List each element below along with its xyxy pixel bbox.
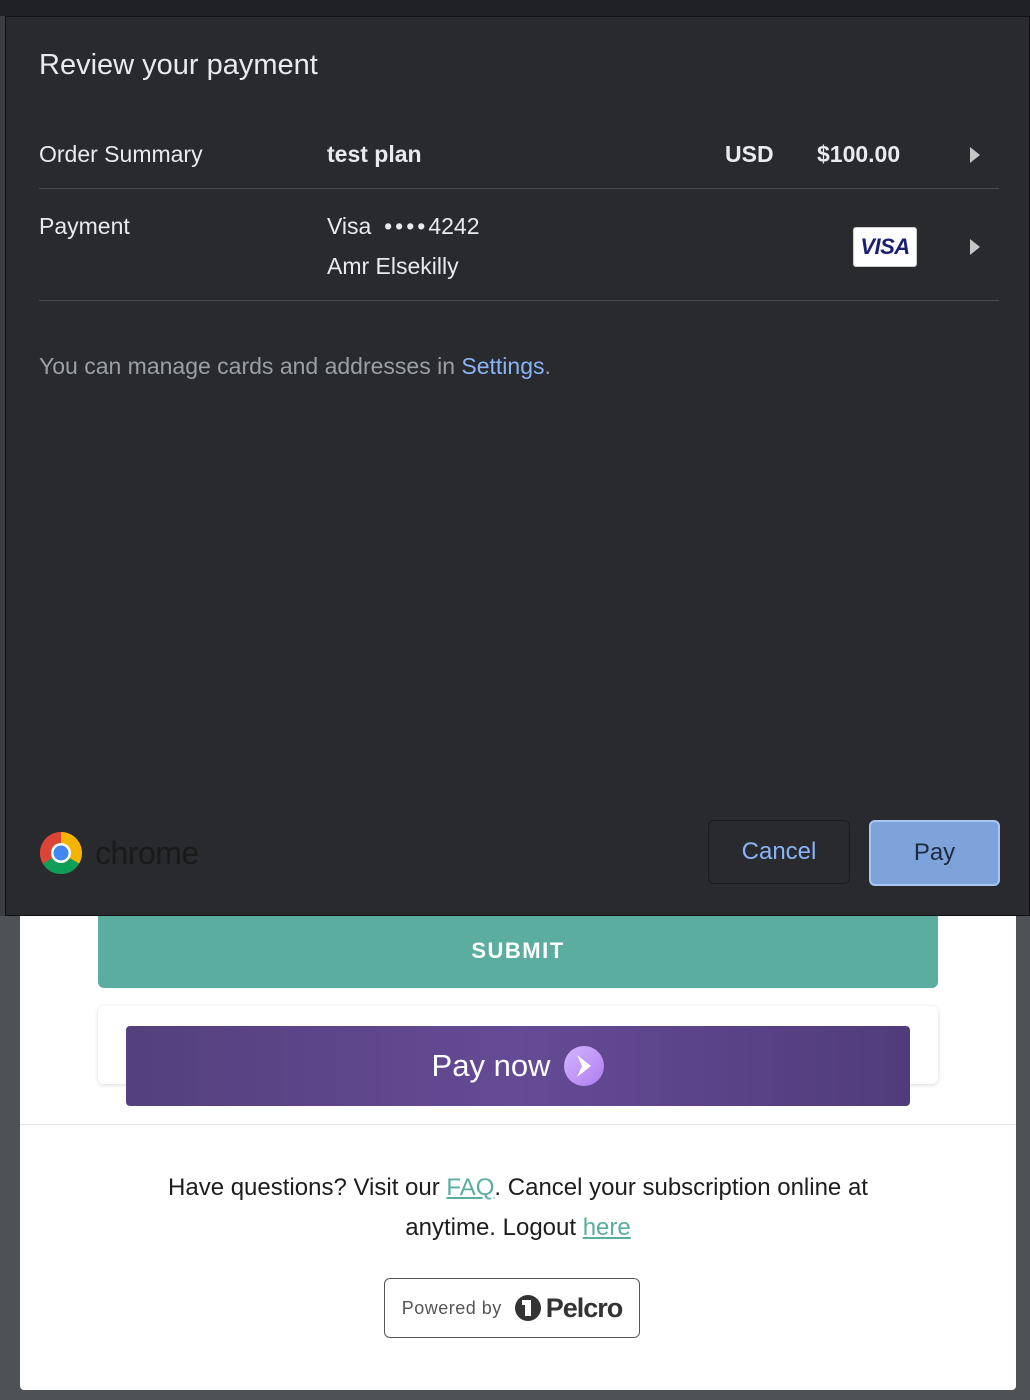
card-info: Visa ••••4242 [327, 213, 480, 240]
logout-link[interactable]: here [583, 1214, 631, 1241]
pelcro-wordmark: Pelcro [545, 1292, 624, 1323]
card-type: Visa [327, 213, 372, 239]
manage-cards-text: You can manage cards and addresses in Se… [39, 353, 551, 380]
pay-button[interactable]: Pay [869, 820, 1000, 886]
expand-arrow-icon[interactable] [970, 147, 980, 163]
card-mask: •••• [384, 213, 429, 239]
faq-link[interactable]: FAQ [446, 1174, 494, 1201]
help-text-prefix: Have questions? Visit our [168, 1174, 447, 1201]
help-text-middle: . Cancel your subscription online at [494, 1174, 868, 1201]
order-currency: USD [725, 141, 774, 167]
help-text: Have questions? Visit our FAQ. Cancel yo… [20, 1168, 1016, 1248]
logout-text: anytime. Logout [405, 1214, 583, 1241]
order-summary-label: Order Summary [39, 141, 203, 167]
manage-cards-suffix: . [544, 353, 551, 379]
card-last4: 4242 [428, 213, 480, 239]
cancel-button[interactable]: Cancel [708, 820, 850, 884]
order-total: $100.00 [817, 141, 901, 167]
pay-now-button[interactable]: Pay now [126, 1026, 910, 1106]
payment-label: Payment [39, 213, 130, 239]
expand-arrow-icon[interactable] [970, 239, 980, 255]
row-divider [39, 188, 999, 189]
chrome-branding: chrome [39, 831, 199, 875]
order-item-name: test plan [327, 141, 422, 167]
payment-request-dialog: Review your payment Order Summary test p… [5, 16, 1030, 916]
powered-by-label: Powered by [401, 1297, 502, 1318]
chevron-right-icon [564, 1046, 605, 1086]
cardholder-name: Amr Elsekilly [327, 253, 459, 279]
browser-top-bar [0, 0, 1030, 16]
chrome-logo-icon [39, 832, 83, 875]
powered-by-badge[interactable]: Powered by Pelcro [384, 1278, 640, 1338]
settings-link[interactable]: Settings [461, 353, 544, 379]
dialog-title: Review your payment [39, 49, 318, 81]
row-divider [39, 300, 999, 301]
footer-divider [20, 1124, 1016, 1125]
visa-card-icon: VISA [853, 227, 917, 267]
pelcro-logo: Pelcro [514, 1293, 623, 1324]
pelcro-icon [514, 1295, 541, 1321]
chrome-wordmark: chrome [95, 834, 199, 871]
pay-now-label: Pay now [431, 1048, 551, 1083]
submit-button[interactable]: SUBMIT [98, 906, 938, 988]
manage-cards-prefix: You can manage cards and addresses in [39, 353, 462, 379]
